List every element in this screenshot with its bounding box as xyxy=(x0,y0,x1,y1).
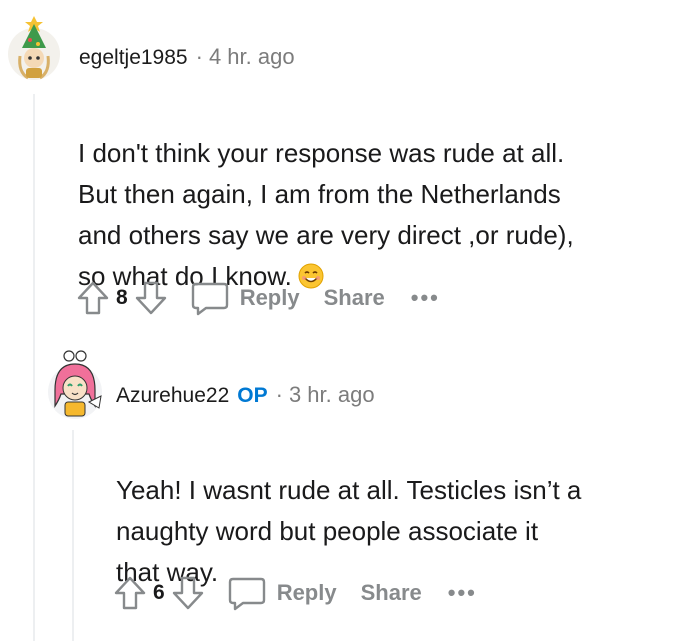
reply-button[interactable]: Reply xyxy=(190,280,300,316)
comment-body: Yeah! I wasnt rude at all. Testicles isn… xyxy=(116,429,686,593)
more-options-button[interactable]: ••• xyxy=(411,285,440,311)
downvote-icon[interactable] xyxy=(134,280,168,316)
comment-body: I don't think your response was rude at … xyxy=(78,92,678,297)
avatar[interactable] xyxy=(45,350,102,419)
reply-label: Reply xyxy=(276,580,337,605)
separator-dot: · xyxy=(275,382,283,407)
speech-bubble-icon xyxy=(191,282,228,316)
comment-actions: 8 Reply Share ••• xyxy=(76,278,440,318)
thread-line-root[interactable] xyxy=(33,94,35,641)
avatar[interactable] xyxy=(6,14,62,80)
upvote-icon[interactable] xyxy=(76,280,110,316)
comment-meta: egeltje1985 · 4 hr. ago xyxy=(79,44,295,70)
vote-score: 6 xyxy=(153,581,165,604)
reply-label: Reply xyxy=(239,285,300,310)
username[interactable]: Azurehue22 xyxy=(116,384,229,408)
comment-meta: Azurehue22 OP · 3 hr. ago xyxy=(116,382,375,408)
avatar-icon xyxy=(8,16,60,80)
reply-button[interactable]: Reply xyxy=(227,575,337,611)
speech-bubble-icon xyxy=(228,577,265,611)
timestamp[interactable]: 3 hr. ago xyxy=(289,382,375,408)
timestamp[interactable]: 4 hr. ago xyxy=(209,44,295,70)
downvote-icon[interactable] xyxy=(171,575,205,611)
comment-text: I don't think your response was rude at … xyxy=(78,138,574,291)
more-options-button[interactable]: ••• xyxy=(448,580,477,606)
op-badge: OP xyxy=(237,384,268,407)
thread-line-reply[interactable] xyxy=(72,430,74,641)
vote-score: 8 xyxy=(116,286,128,309)
upvote-icon[interactable] xyxy=(113,575,147,611)
comment-actions: 6 Reply Share ••• xyxy=(113,573,477,613)
separator-dot: · xyxy=(195,44,203,69)
avatar-icon xyxy=(48,350,102,419)
share-button[interactable]: Share xyxy=(324,285,385,311)
comment-text: Yeah! I wasnt rude at all. Testicles isn… xyxy=(116,475,582,587)
username[interactable]: egeltje1985 xyxy=(79,46,188,70)
share-button[interactable]: Share xyxy=(361,580,422,606)
